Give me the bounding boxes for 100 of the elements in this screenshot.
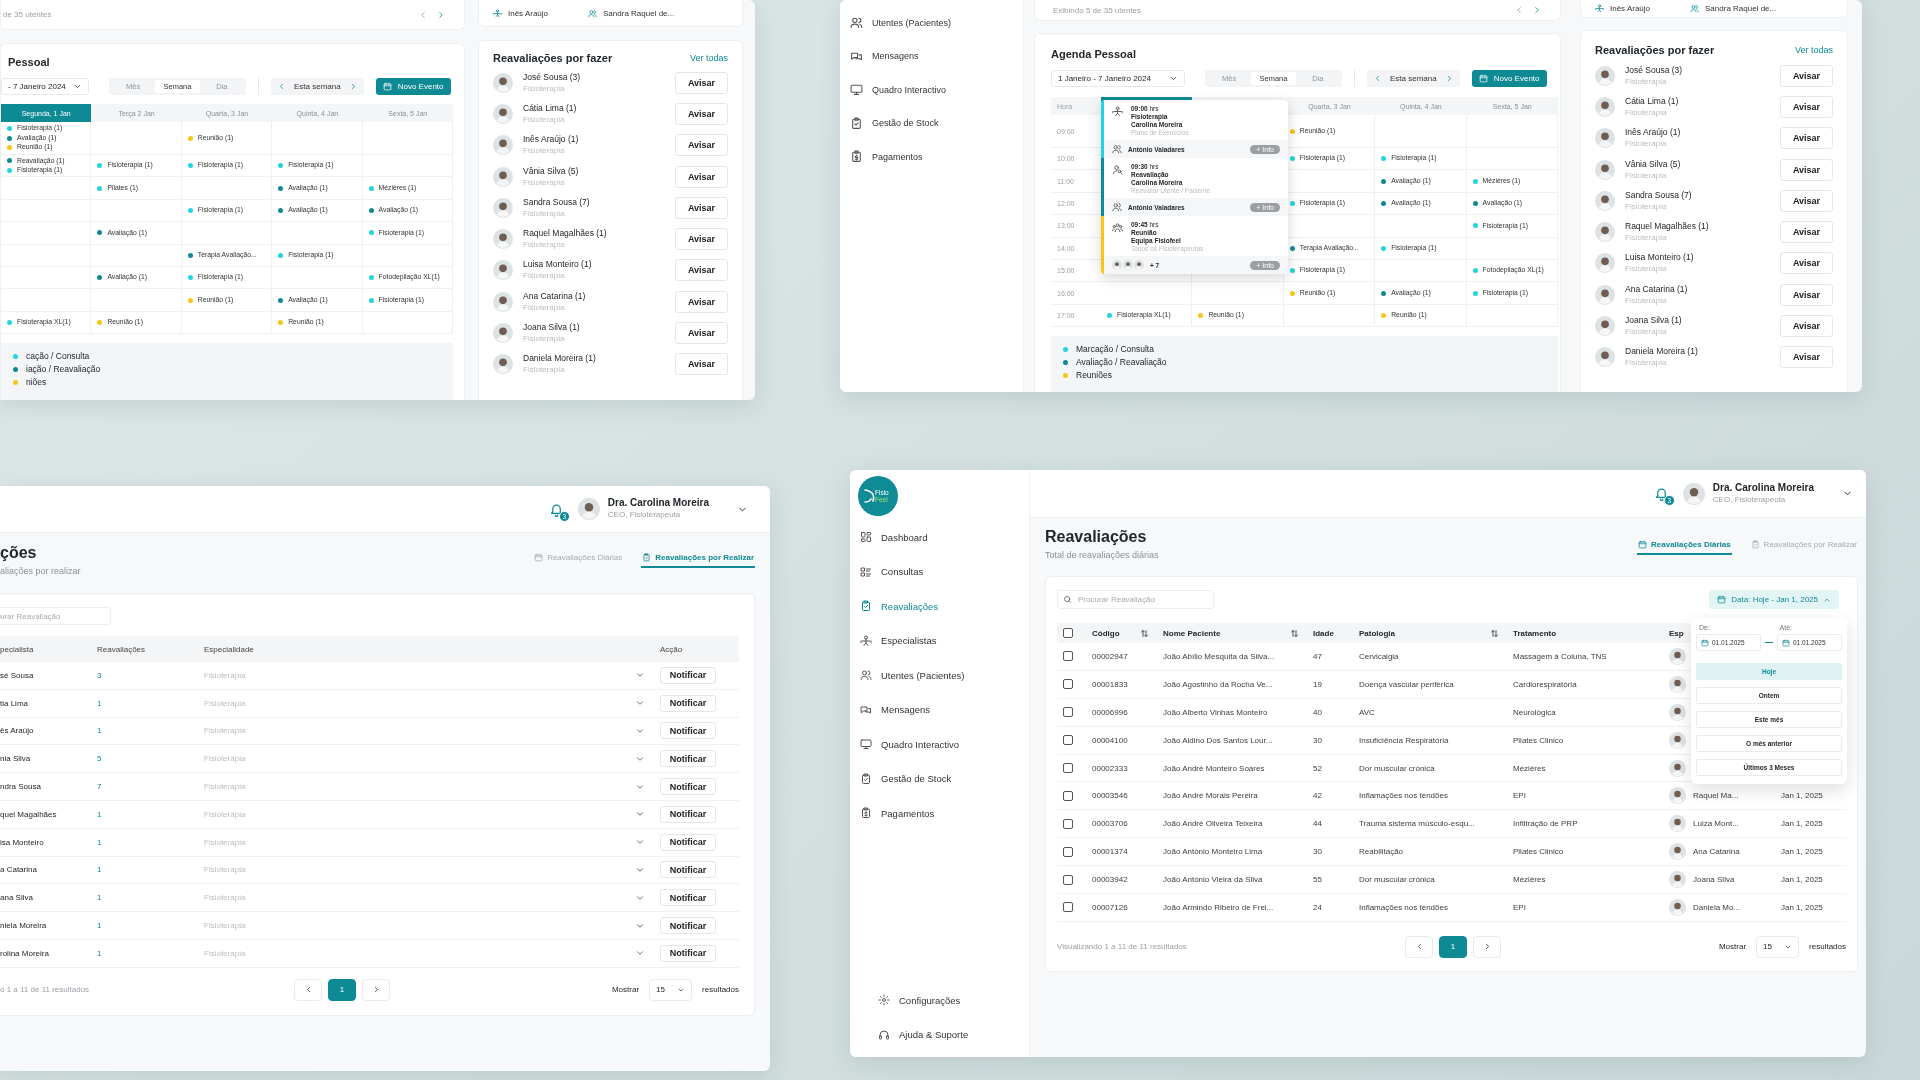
notify-button[interactable]: Avisar: [1780, 221, 1833, 244]
notify-button[interactable]: Avisar: [675, 102, 728, 125]
bell-icon[interactable]: [1653, 486, 1669, 501]
sidebar-item[interactable]: Mensagens: [840, 39, 1023, 73]
search-field[interactable]: Procurar Reavaliação: [1057, 590, 1214, 609]
page-size-select[interactable]: 15: [1756, 935, 1800, 958]
checkbox[interactable]: [1063, 735, 1073, 746]
sidebar-item[interactable]: Dashboard: [850, 520, 1029, 555]
notify-button[interactable]: Avisar: [1780, 64, 1833, 87]
notify-button[interactable]: Avisar: [675, 71, 728, 94]
column-header[interactable]: Nome Paciente: [1157, 628, 1307, 638]
sidebar-item[interactable]: Ajuda & Suporte: [868, 1017, 969, 1052]
chevron-left-icon[interactable]: [1514, 5, 1524, 15]
table-cell-text: ês Araújo: [0, 726, 35, 736]
page-button[interactable]: 1: [1439, 935, 1467, 958]
results-summary: Visualizando 1 a 11 de 11 resultados: [1057, 942, 1188, 952]
sidebar-item[interactable]: Pagamentos: [850, 796, 1029, 831]
page-button[interactable]: 1: [328, 978, 356, 1001]
bell-icon[interactable]: [548, 501, 564, 517]
notify-button[interactable]: Avisar: [675, 165, 728, 188]
avatar: [493, 354, 513, 375]
notify-button[interactable]: Notificar: [660, 944, 716, 962]
date-range-dropdown[interactable]: 1 Janeiro - 7 Janeiro 2024: [1051, 70, 1185, 87]
sidebar-item[interactable]: Consultas: [850, 554, 1029, 589]
chevron-left-icon[interactable]: [1373, 74, 1382, 83]
person-name: Daniela Moreira (1): [1625, 345, 1699, 358]
notify-button[interactable]: Avisar: [675, 196, 728, 219]
new-event-button[interactable]: Novo Evento: [1471, 70, 1547, 87]
chevron-right-icon[interactable]: [436, 9, 446, 20]
page-size-select[interactable]: 15: [649, 978, 693, 1001]
notify-button[interactable]: Notificar: [660, 666, 716, 684]
sidebar-item[interactable]: Mensagens: [850, 692, 1029, 727]
table-cell-text: 00001833: [1091, 679, 1129, 689]
sidebar-item[interactable]: Quadro Interactivo: [850, 727, 1029, 762]
sidebar-item[interactable]: Gestão de Stock: [840, 106, 1023, 140]
chevron-left-icon[interactable]: [418, 9, 428, 20]
notify-button[interactable]: Notificar: [660, 833, 716, 851]
see-all-link[interactable]: Ver todas: [1794, 45, 1833, 55]
person-name: Vânia Silva (5): [1625, 157, 1682, 170]
column-header[interactable]: Código: [1086, 628, 1157, 638]
checkbox[interactable]: [1063, 628, 1073, 638]
checkbox[interactable]: [1063, 790, 1073, 801]
tab[interactable]: Reavaliações Diárias: [1637, 537, 1732, 555]
notify-button[interactable]: Notificar: [660, 889, 716, 907]
chevron-down-icon: [73, 82, 82, 91]
notify-button[interactable]: Notificar: [660, 750, 716, 768]
chevron-left-icon[interactable]: [277, 82, 286, 91]
table-cell: Raquel Ma...: [1693, 791, 1739, 801]
table-cell-text: 1: [97, 698, 103, 708]
checkbox[interactable]: [1063, 763, 1073, 773]
sidebar-item[interactable]: Quadro Interactivo: [840, 73, 1023, 107]
notify-button[interactable]: Avisar: [675, 228, 728, 251]
see-all-link[interactable]: Ver todas: [689, 53, 728, 63]
chevron-right-icon[interactable]: [1532, 5, 1542, 15]
sidebar-item[interactable]: Reavaliações: [850, 589, 1029, 624]
user-name: Dra. Carolina Moreira: [607, 497, 709, 509]
checkbox[interactable]: [1063, 818, 1073, 829]
notify-button[interactable]: Avisar: [675, 353, 728, 376]
notify-button[interactable]: Notificar: [660, 861, 716, 879]
checkbox[interactable]: [1063, 679, 1073, 690]
tab[interactable]: Reavaliações por Realizar: [641, 550, 755, 568]
notify-button[interactable]: Notificar: [660, 722, 716, 740]
sidebar-item[interactable]: Especialistas: [850, 623, 1029, 658]
sidebar-item[interactable]: Gestão de Stock: [850, 761, 1029, 796]
legend-label: Reuniões: [1076, 370, 1112, 381]
notify-button[interactable]: Avisar: [1780, 346, 1833, 369]
avatar: [1595, 159, 1615, 180]
sidebar-item[interactable]: Utentes (Pacientes): [840, 6, 1023, 40]
column-header: Acção: [660, 644, 684, 654]
notify-button[interactable]: Avisar: [1780, 127, 1833, 150]
notify-button[interactable]: Avisar: [1780, 252, 1833, 275]
checkbox[interactable]: [1063, 874, 1073, 885]
checkbox[interactable]: [1063, 846, 1073, 857]
notify-button[interactable]: Notificar: [660, 917, 716, 935]
notify-button[interactable]: Avisar: [1780, 158, 1833, 181]
notify-button[interactable]: Avisar: [675, 290, 728, 313]
checkbox[interactable]: [1063, 651, 1073, 662]
sidebar-item[interactable]: Utentes (Pacientes): [850, 658, 1029, 693]
checkbox[interactable]: [1063, 707, 1073, 718]
notify-button[interactable]: Avisar: [1780, 189, 1833, 212]
sidebar-item[interactable]: Configurações: [868, 983, 961, 1018]
notify-button[interactable]: Avisar: [1780, 315, 1833, 337]
sidebar-item[interactable]: Pagamentos: [840, 140, 1023, 174]
search-field[interactable]: urar Reavaliação: [0, 607, 111, 625]
date-range-dropdown[interactable]: - 7 Janeiro 2024: [1, 78, 89, 95]
new-event-button[interactable]: Novo Evento: [375, 78, 451, 95]
notify-button[interactable]: Avisar: [675, 134, 728, 157]
page-title: Reavaliações: [1045, 528, 1148, 546]
date-filter-button[interactable]: Data: Hoje - Jan 1, 2025: [1709, 590, 1839, 609]
notify-button[interactable]: Avisar: [1780, 283, 1833, 306]
notify-button[interactable]: Avisar: [675, 322, 728, 344]
checkbox[interactable]: [1063, 902, 1073, 913]
notify-button[interactable]: Avisar: [1780, 95, 1833, 118]
notify-button[interactable]: Notificar: [660, 805, 716, 823]
notify-button[interactable]: Notificar: [660, 694, 716, 712]
chevron-down-icon[interactable]: [635, 726, 645, 736]
table-cell-text: 00004100: [1091, 735, 1129, 745]
column-header[interactable]: Patologia: [1353, 628, 1507, 638]
notify-button[interactable]: Notificar: [660, 778, 716, 796]
notify-button[interactable]: Avisar: [675, 259, 728, 282]
